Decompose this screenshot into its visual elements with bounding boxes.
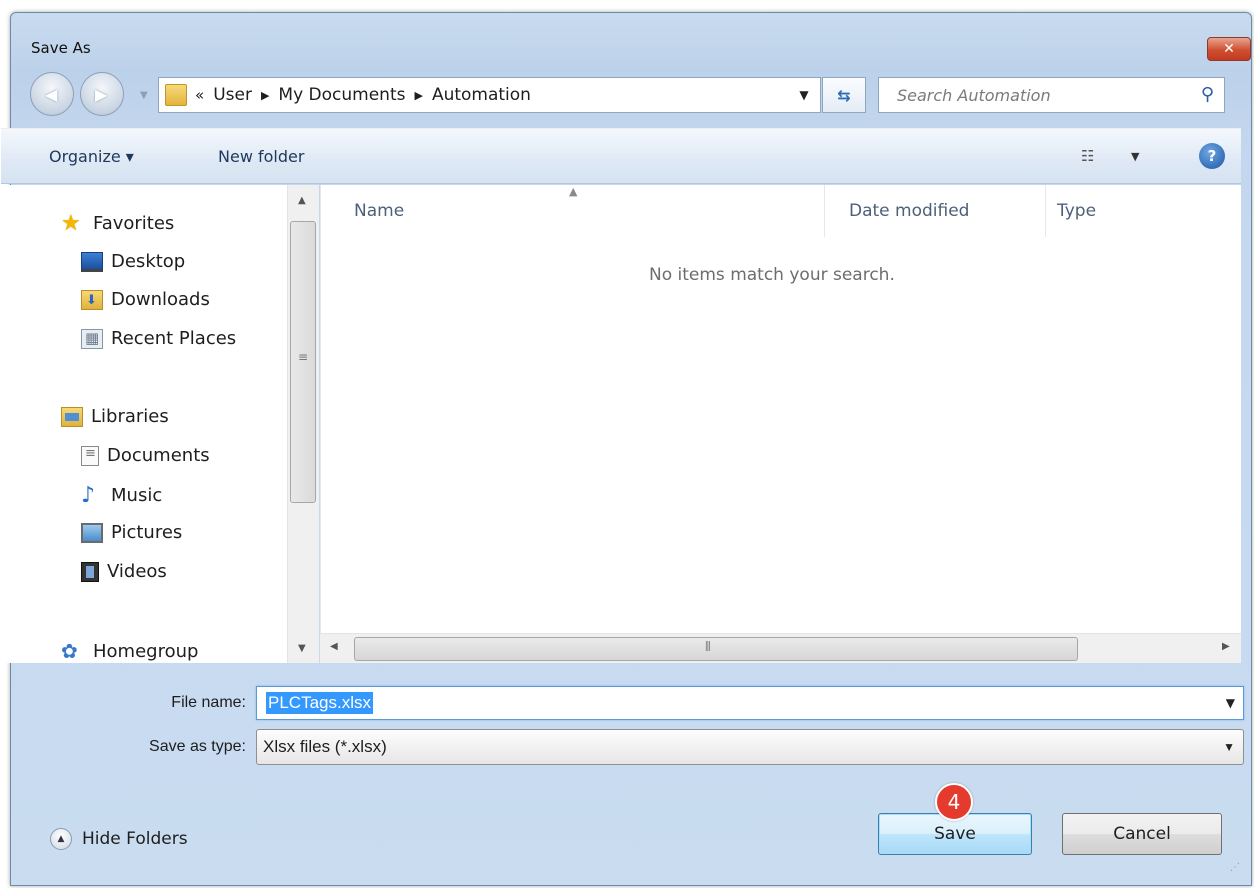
sidebar-label: Documents [107, 445, 210, 466]
sidebar-item-pictures[interactable]: Pictures [81, 522, 182, 543]
scrollbar-thumb[interactable]: ⦀ [354, 637, 1078, 661]
navigation-pane: ★ Favorites Desktop Downloads Recent Pla… [1, 185, 319, 663]
recent-places-icon [81, 328, 103, 349]
breadcrumb-user[interactable]: User [213, 85, 252, 105]
search-icon[interactable]: ⚲ [1201, 84, 1214, 105]
downloads-icon [81, 289, 103, 310]
sidebar-item-desktop[interactable]: Desktop [81, 251, 185, 272]
sidebar-label: Desktop [111, 251, 186, 272]
sidebar-label: Libraries [91, 406, 169, 427]
save-button-label: Save [934, 824, 976, 844]
refresh-button[interactable]: ⇆ [822, 77, 866, 113]
music-icon: ♪ [81, 483, 96, 508]
breadcrumb-my-documents[interactable]: My Documents [278, 85, 405, 105]
back-button[interactable]: ◀ [30, 72, 74, 116]
sidebar-item-documents[interactable]: Documents [81, 445, 210, 466]
homegroup-icon: ✿ [61, 639, 78, 663]
breadcrumb-separator-icon[interactable]: ▶ [414, 89, 422, 102]
save-as-type-dropdown-icon[interactable]: ▼ [1223, 740, 1235, 754]
sidebar-item-recent-places[interactable]: Recent Places [81, 328, 236, 349]
sidebar-item-videos[interactable]: Videos [81, 561, 167, 582]
scrollbar-thumb[interactable]: ≡ [290, 221, 316, 503]
file-list-scrollbar[interactable]: ◀ ⦀ ▶ [320, 633, 1241, 663]
dialog-title: Save As [31, 39, 91, 57]
navigation-scrollbar[interactable]: ▲ ≡ ▼ [287, 185, 319, 663]
file-name-label: File name: [171, 694, 246, 711]
close-button[interactable]: ✕ [1207, 37, 1251, 61]
sidebar-favorites[interactable]: ★ Favorites [61, 211, 174, 236]
videos-icon [81, 561, 99, 582]
search-input[interactable]: Search Automation ⚲ [878, 77, 1225, 113]
grip-icon: ⦀ [705, 640, 711, 655]
sidebar-label: Downloads [111, 289, 210, 310]
star-icon: ★ [61, 211, 81, 236]
grip-icon: ≡ [298, 350, 309, 364]
new-folder-button[interactable]: New folder [218, 147, 304, 166]
refresh-icon: ⇆ [837, 85, 851, 105]
scroll-up-icon[interactable]: ▲ [298, 195, 306, 206]
libraries-icon [61, 406, 83, 427]
recent-locations-dropdown-icon[interactable]: ▼ [140, 90, 148, 101]
hide-folders-label: Hide Folders [82, 829, 188, 849]
sidebar-item-downloads[interactable]: Downloads [81, 289, 210, 310]
empty-message: No items match your search. [649, 265, 895, 285]
folder-icon [165, 84, 187, 106]
column-header-date-modified[interactable]: Date modified [849, 201, 969, 221]
scroll-right-icon[interactable]: ▶ [1222, 641, 1230, 652]
forward-button[interactable]: ▶ [80, 72, 124, 116]
sidebar-item-music[interactable]: ♪ Music [81, 483, 162, 508]
sidebar-libraries[interactable]: Libraries [61, 406, 169, 427]
scroll-down-icon[interactable]: ▼ [298, 643, 306, 654]
column-divider[interactable] [1045, 185, 1046, 237]
desktop-icon [81, 251, 103, 272]
breadcrumb-separator-icon[interactable]: ▶ [261, 89, 269, 102]
address-overflow-icon[interactable]: « [195, 86, 204, 104]
close-icon: ✕ [1223, 41, 1235, 57]
hide-folders-button[interactable]: ▲ Hide Folders [50, 828, 188, 850]
back-arrow-icon: ◀ [45, 85, 58, 104]
collapse-icon: ▲ [50, 828, 72, 850]
address-bar[interactable]: « User ▶ My Documents ▶ Automation [158, 77, 821, 113]
search-placeholder: Search Automation [897, 85, 1051, 105]
save-as-type-value: Xlsx files (*.xlsx) [263, 737, 387, 756]
resize-grip-icon[interactable]: ⋰ [1230, 862, 1240, 873]
documents-icon [81, 445, 99, 466]
view-dropdown-icon[interactable]: ▼ [1131, 150, 1139, 163]
address-dropdown-icon[interactable]: ▼ [786, 77, 822, 113]
file-name-field[interactable]: PLCTags.xlsx ▼ [256, 686, 1244, 720]
sidebar-homegroup[interactable]: ✿ Homegroup [61, 639, 198, 663]
step-number-badge: 4 [935, 783, 973, 821]
sidebar-label: Videos [107, 561, 167, 582]
scroll-left-icon[interactable]: ◀ [330, 641, 338, 652]
column-header-name[interactable]: Name [354, 201, 404, 221]
save-as-type-label: Save as type: [149, 738, 246, 755]
forward-arrow-icon: ▶ [95, 85, 108, 104]
file-name-dropdown-icon[interactable]: ▼ [1226, 696, 1235, 710]
sidebar-label: Music [111, 485, 163, 506]
column-header-type[interactable]: Type [1057, 201, 1096, 221]
sort-ascending-icon: ▲ [569, 185, 578, 198]
command-toolbar: Organize ▾ New folder ☷ ▼ ? [1, 128, 1241, 184]
help-icon[interactable]: ? [1199, 143, 1225, 169]
column-divider[interactable] [824, 185, 825, 237]
sidebar-label: Pictures [111, 522, 183, 543]
breadcrumb-automation[interactable]: Automation [432, 85, 531, 105]
sidebar-label: Recent Places [111, 328, 237, 349]
file-name-value[interactable]: PLCTags.xlsx [266, 692, 373, 714]
save-as-type-select[interactable]: Xlsx files (*.xlsx) ▼ [256, 729, 1244, 765]
sidebar-label: Favorites [93, 213, 175, 234]
file-list: ▲ Name Date modified Type No items match… [320, 185, 1241, 633]
organize-button[interactable]: Organize ▾ [49, 147, 134, 166]
pictures-icon [81, 522, 103, 543]
view-options-icon[interactable]: ☷ [1081, 147, 1095, 165]
cancel-button-label: Cancel [1113, 824, 1171, 844]
cancel-button[interactable]: Cancel [1062, 813, 1222, 855]
sidebar-label: Homegroup [93, 640, 199, 662]
